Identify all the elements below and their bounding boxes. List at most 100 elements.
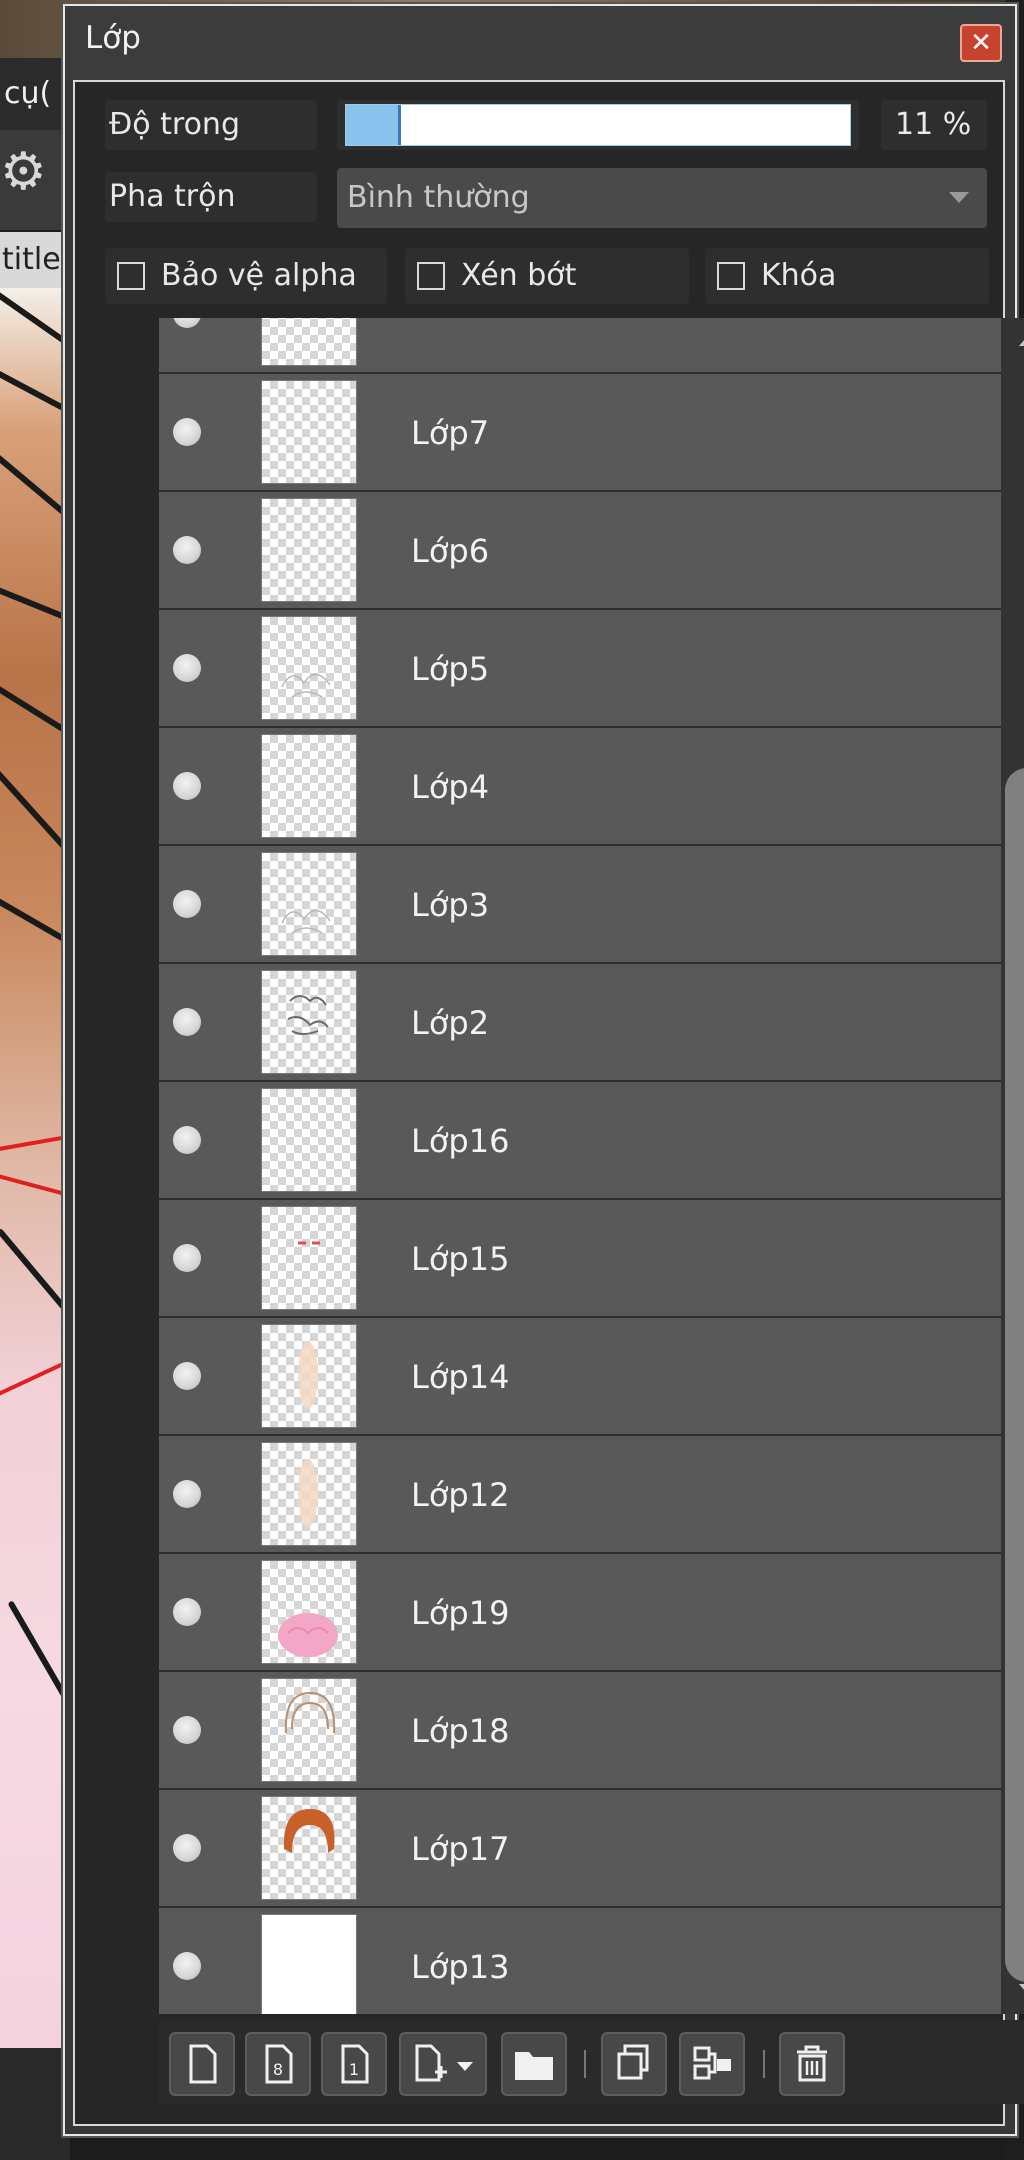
layer-name[interactable]: Lớp4	[411, 728, 489, 846]
layer-name[interactable]: Lớp16	[411, 1082, 509, 1200]
layer-thumbnail	[261, 318, 357, 366]
layer-list-scrollbar[interactable]	[1001, 318, 1024, 2014]
visibility-toggle-icon[interactable]	[173, 536, 201, 564]
layer-row[interactable]: Lớp12	[159, 1436, 1001, 1554]
layer-row[interactable]: Lớp18	[159, 1672, 1001, 1790]
layer-thumbnail	[261, 1324, 357, 1428]
lock-checkbox[interactable]: Khóa	[705, 248, 989, 304]
visibility-toggle-icon[interactable]	[173, 1834, 201, 1862]
layer-name[interactable]: Lớp13	[411, 1908, 509, 2014]
blend-mode-select[interactable]: Bình thường	[337, 168, 987, 228]
panel-titlebar[interactable]: Lớp ✕	[65, 6, 1015, 80]
checkbox-icon	[717, 262, 745, 290]
new-layer-button[interactable]	[169, 2032, 235, 2096]
svg-text:8: 8	[273, 2060, 283, 2079]
layer-row[interactable]: Lớp3	[159, 846, 1001, 964]
layer-name[interactable]: Lớp6	[411, 492, 489, 610]
background-drawing-canvas[interactable]	[0, 288, 70, 2048]
visibility-toggle-icon[interactable]	[173, 1598, 201, 1626]
delete-layer-button[interactable]	[779, 2032, 845, 2096]
opacity-value[interactable]: 11 %	[881, 100, 987, 150]
layer-thumbnail	[261, 1442, 357, 1546]
layer-thumbnail	[261, 1560, 357, 1664]
visibility-toggle-icon[interactable]	[173, 1244, 201, 1272]
visibility-toggle-icon[interactable]	[173, 1716, 201, 1744]
layer-thumbnail	[261, 1088, 357, 1192]
page-plus-icon	[415, 2044, 473, 2082]
layer-thumbnail	[261, 498, 357, 602]
close-icon[interactable]: ✕	[960, 24, 1002, 62]
checkbox-icon	[417, 262, 445, 290]
layer-name[interactable]: Lớp5	[411, 610, 489, 728]
layer-row[interactable]: Lớp17	[159, 1790, 1001, 1908]
opacity-slider-track[interactable]	[345, 104, 851, 146]
new-8bit-layer-button[interactable]: 8	[245, 2032, 311, 2096]
visibility-toggle-icon[interactable]	[173, 654, 201, 682]
toolbar-separator	[584, 2050, 586, 2078]
layer-thumbnail	[261, 1796, 357, 1900]
add-layer-menu-button[interactable]	[399, 2032, 487, 2096]
duplicate-icon	[617, 2044, 649, 2080]
page-1-icon: 1	[341, 2044, 369, 2084]
blend-mode-value: Bình thường	[347, 180, 530, 215]
toolbar-separator	[763, 2050, 765, 2078]
layer-name[interactable]: Lớp18	[411, 1672, 509, 1790]
layer-thumbnail	[261, 852, 357, 956]
layer-row[interactable]: Lớp15	[159, 1200, 1001, 1318]
visibility-toggle-icon[interactable]	[173, 318, 201, 328]
duplicate-layer-button[interactable]	[601, 2032, 667, 2096]
layer-name[interactable]: Lớp15	[411, 1200, 509, 1318]
visibility-toggle-icon[interactable]	[173, 1126, 201, 1154]
layer-row[interactable]: Lớp6	[159, 492, 1001, 610]
gear-icon[interactable]: ⚙	[0, 142, 47, 202]
visibility-toggle-icon[interactable]	[173, 1952, 201, 1980]
scrollbar-thumb[interactable]	[1005, 768, 1024, 1982]
layer-row[interactable]: Lớp13	[159, 1908, 1001, 2014]
chevron-down-icon	[949, 192, 969, 203]
trash-icon	[797, 2045, 827, 2082]
layer-row[interactable]: Lớp5	[159, 610, 1001, 728]
layer-row[interactable]: Lớp7	[159, 374, 1001, 492]
alpha-protect-label: Bảo vệ alpha	[161, 258, 357, 293]
layer-row[interactable]	[159, 318, 1001, 374]
clipping-checkbox[interactable]: Xén bớt	[405, 248, 689, 304]
panel-title: Lớp	[85, 20, 141, 56]
layer-name[interactable]: Lớp3	[411, 846, 489, 964]
layer-name[interactable]: Lớp2	[411, 964, 489, 1082]
page-8-icon: 8	[265, 2044, 293, 2084]
layer-row[interactable]: Lớp2	[159, 964, 1001, 1082]
layer-list[interactable]: Lớp7 Lớp6 Lớp5 Lớp4 Lớp3 Lớp2 Lớp16 Lớp15 Lớp14 L…	[159, 318, 1001, 2014]
visibility-toggle-icon[interactable]	[173, 890, 201, 918]
visibility-toggle-icon[interactable]	[173, 1480, 201, 1508]
layer-thumbnail	[261, 1206, 357, 1310]
folder-icon	[515, 2052, 553, 2080]
visibility-toggle-icon[interactable]	[173, 1008, 201, 1036]
layer-name[interactable]: Lớp12	[411, 1436, 509, 1554]
layer-name[interactable]: Lớp17	[411, 1790, 509, 1908]
clipping-label: Xén bớt	[461, 258, 577, 293]
layer-row[interactable]: Lớp19	[159, 1554, 1001, 1672]
checkbox-icon	[117, 262, 145, 290]
blend-mode-label: Pha trộn	[105, 172, 317, 222]
visibility-toggle-icon[interactable]	[173, 1362, 201, 1390]
layer-name[interactable]: Lớp7	[411, 374, 489, 492]
background-status-area	[0, 2048, 70, 2160]
visibility-toggle-icon[interactable]	[173, 418, 201, 446]
layer-row[interactable]: Lớp16	[159, 1082, 1001, 1200]
opacity-slider[interactable]	[337, 100, 859, 150]
alpha-protect-checkbox[interactable]: Bảo vệ alpha	[105, 248, 387, 304]
scroll-down-arrow-icon[interactable]	[1019, 1984, 1024, 1998]
layer-toolbar: 8 1	[159, 2020, 1024, 2104]
layer-name[interactable]: Lớp19	[411, 1554, 509, 1672]
layer-row[interactable]: Lớp4	[159, 728, 1001, 846]
merge-down-button[interactable]	[679, 2032, 745, 2096]
new-folder-button[interactable]	[501, 2032, 567, 2096]
visibility-toggle-icon[interactable]	[173, 772, 201, 800]
layer-row[interactable]: Lớp14	[159, 1318, 1001, 1436]
layer-thumbnail	[261, 1914, 357, 2014]
new-1bit-layer-button[interactable]: 1	[321, 2032, 387, 2096]
scroll-up-arrow-icon[interactable]	[1019, 332, 1024, 346]
lock-label: Khóa	[761, 258, 837, 293]
merge-icon	[693, 2046, 731, 2080]
layer-name[interactable]: Lớp14	[411, 1318, 509, 1436]
